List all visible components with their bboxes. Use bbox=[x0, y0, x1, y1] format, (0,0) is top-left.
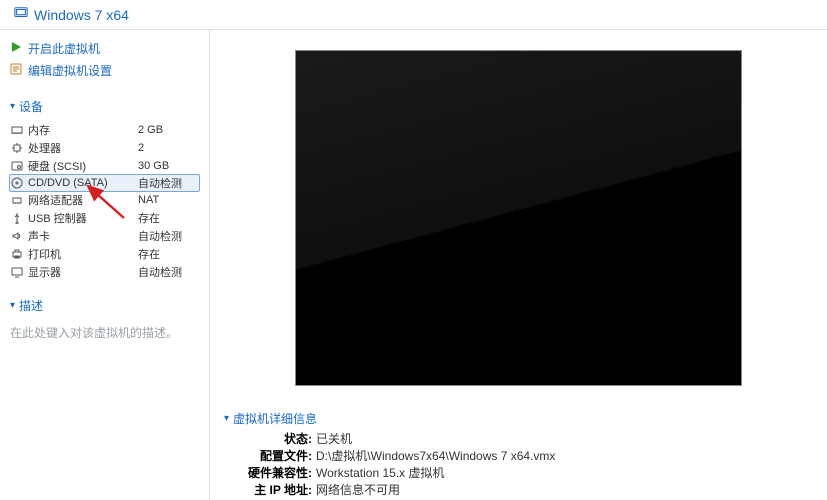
printer-icon bbox=[10, 248, 24, 260]
left-panel: 开启此虚拟机 编辑虚拟机设置 设备 内存 2 GB bbox=[0, 30, 210, 500]
details-header[interactable]: 虚拟机详细信息 bbox=[224, 410, 817, 427]
commands-group: 开启此虚拟机 编辑虚拟机设置 bbox=[10, 38, 199, 82]
monitor-icon bbox=[14, 6, 28, 23]
details-header-label: 虚拟机详细信息 bbox=[233, 410, 317, 427]
device-cd[interactable]: CD/DVD (SATA) 自动检测 bbox=[9, 174, 200, 192]
cpu-icon bbox=[10, 142, 24, 154]
devices-section: 设备 内存 2 GB 处理器 2 硬盘 (SCSI) 30 GB bbox=[10, 96, 199, 281]
usb-icon bbox=[10, 212, 24, 224]
edit-settings-label: 编辑虚拟机设置 bbox=[28, 62, 112, 80]
display-icon bbox=[10, 266, 24, 278]
sound-icon bbox=[10, 230, 24, 242]
description-section: 描述 在此处键入对该虚拟机的描述。 bbox=[10, 295, 199, 345]
play-icon bbox=[10, 40, 22, 58]
detail-state: 状态: 已关机 bbox=[224, 431, 817, 448]
device-memory[interactable]: 内存 2 GB bbox=[10, 121, 199, 139]
network-icon bbox=[10, 194, 24, 206]
device-sound[interactable]: 声卡 自动检测 bbox=[10, 227, 199, 245]
device-cpu[interactable]: 处理器 2 bbox=[10, 139, 199, 157]
power-on-vm-link[interactable]: 开启此虚拟机 bbox=[10, 38, 199, 60]
device-list: 内存 2 GB 处理器 2 硬盘 (SCSI) 30 GB CD/DVD (SA… bbox=[10, 121, 199, 281]
preview-area bbox=[210, 30, 827, 406]
devices-header[interactable]: 设备 bbox=[10, 96, 199, 117]
detail-config: 配置文件: D:\虚拟机\Windows7x64\Windows 7 x64.v… bbox=[224, 448, 817, 465]
details-section: 虚拟机详细信息 状态: 已关机 配置文件: D:\虚拟机\Windows7x64… bbox=[210, 406, 827, 500]
tab-bar: Windows 7 x64 bbox=[0, 0, 827, 30]
edit-settings-link[interactable]: 编辑虚拟机设置 bbox=[10, 60, 199, 82]
description-header-label: 描述 bbox=[19, 297, 43, 314]
device-net[interactable]: 网络适配器 NAT bbox=[10, 191, 199, 209]
description-placeholder[interactable]: 在此处键入对该虚拟机的描述。 bbox=[10, 320, 199, 345]
tab-title: Windows 7 x64 bbox=[34, 7, 129, 23]
device-usb[interactable]: USB 控制器 存在 bbox=[10, 209, 199, 227]
devices-header-label: 设备 bbox=[19, 98, 43, 115]
description-header[interactable]: 描述 bbox=[10, 295, 199, 316]
tab-vm[interactable]: Windows 7 x64 bbox=[4, 2, 139, 27]
memory-icon bbox=[10, 124, 24, 136]
vm-thumbnail[interactable] bbox=[295, 50, 742, 386]
cd-icon bbox=[10, 177, 24, 189]
right-panel: 虚拟机详细信息 状态: 已关机 配置文件: D:\虚拟机\Windows7x64… bbox=[210, 30, 827, 500]
main-area: 开启此虚拟机 编辑虚拟机设置 设备 内存 2 GB bbox=[0, 30, 827, 500]
device-printer[interactable]: 打印机 存在 bbox=[10, 245, 199, 263]
detail-compat: 硬件兼容性: Workstation 15.x 虚拟机 bbox=[224, 465, 817, 482]
disk-icon bbox=[10, 160, 24, 172]
device-disk[interactable]: 硬盘 (SCSI) 30 GB bbox=[10, 157, 199, 175]
detail-ip: 主 IP 地址: 网络信息不可用 bbox=[224, 482, 817, 499]
power-on-label: 开启此虚拟机 bbox=[28, 40, 100, 58]
device-display[interactable]: 显示器 自动检测 bbox=[10, 263, 199, 281]
settings-icon bbox=[10, 62, 22, 80]
